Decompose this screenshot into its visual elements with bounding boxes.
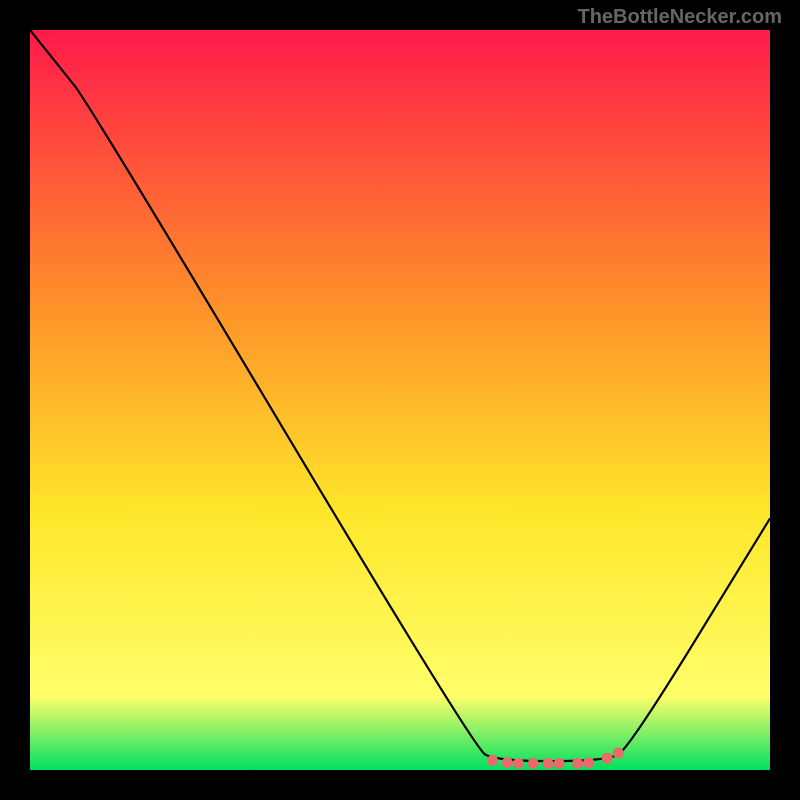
chart-container: TheBottleNecker.com bbox=[0, 0, 800, 800]
curve-dot bbox=[572, 758, 583, 769]
curve-dot bbox=[602, 753, 613, 764]
gradient-background bbox=[30, 30, 770, 770]
curve-dot bbox=[543, 758, 554, 769]
curve-dot bbox=[487, 755, 498, 766]
curve-dot bbox=[513, 758, 524, 769]
curve-dot bbox=[502, 757, 513, 768]
curve-dot bbox=[613, 747, 624, 758]
watermark-text: TheBottleNecker.com bbox=[577, 6, 782, 29]
curve-dot bbox=[583, 757, 594, 768]
curve-dot bbox=[528, 758, 539, 769]
chart-svg bbox=[30, 30, 770, 770]
plot-area bbox=[30, 30, 770, 770]
curve-dot bbox=[554, 758, 565, 769]
